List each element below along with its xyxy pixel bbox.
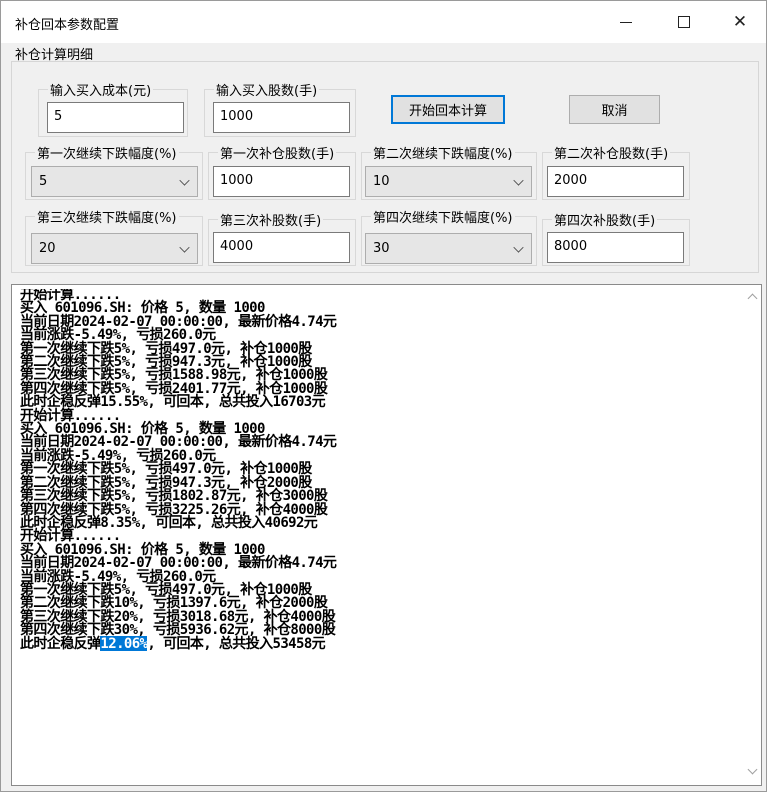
add3-input[interactable]: 4000 <box>213 232 350 263</box>
output-line-suffix: , 可回本, 总共投入53458元 <box>147 635 326 651</box>
maximize-icon <box>678 16 690 28</box>
drop2-select[interactable]: 10 <box>365 166 532 197</box>
scroll-down-icon[interactable] <box>747 764 758 775</box>
chevron-down-icon <box>179 242 190 253</box>
minimize-button[interactable] <box>603 1 649 43</box>
add2-label: 第二次补仓股数(手) <box>552 143 671 162</box>
output-line: 此时企稳反弹15.55%, 可回本, 总共投入16703元 <box>20 394 326 411</box>
drop2-label: 第二次继续下跌幅度(%) <box>371 143 515 162</box>
add1-label: 第一次补仓股数(手) <box>218 143 337 162</box>
minimize-icon <box>620 21 632 23</box>
drop3-value: 20 <box>39 241 56 256</box>
drop1-label: 第一次继续下跌幅度(%) <box>35 143 179 162</box>
drop3-select[interactable]: 20 <box>31 233 198 264</box>
add3-label: 第三次补股数(手) <box>218 210 324 229</box>
drop4-value: 30 <box>373 241 390 256</box>
shares-input[interactable]: 1000 <box>213 102 350 133</box>
output-line: 此时企稳反弹8.35%, 可回本, 总共投入40692元 <box>20 514 318 531</box>
drop3-label: 第三次继续下跌幅度(%) <box>35 207 179 226</box>
selected-text[interactable]: 12.06% <box>100 635 148 651</box>
output-textarea[interactable]: 开始计算...... 买入 601096.SH: 价格 5, 数量 1000 当前日… <box>11 284 762 786</box>
output-line: 此时企稳反弹12.06%, 可回本, 总共投入53458元 <box>20 635 740 651</box>
add2-input[interactable]: 2000 <box>547 166 684 197</box>
title-bar: 补仓回本参数配置 ✕ <box>1 1 766 43</box>
drop4-select[interactable]: 30 <box>365 233 532 264</box>
drop1-value: 5 <box>39 174 48 189</box>
cancel-button[interactable]: 取消 <box>569 95 660 124</box>
add4-input[interactable]: 8000 <box>547 232 684 263</box>
scroll-up-icon[interactable] <box>747 293 758 304</box>
cost-label: 输入买入成本(元) <box>48 80 154 99</box>
maximize-button[interactable] <box>661 1 707 43</box>
chevron-down-icon <box>513 242 524 253</box>
output-text: 开始计算...... 买入 601096.SH: 价格 5, 数量 1000 当前日… <box>20 289 740 651</box>
output-line-prefix: 此时企稳反弹 <box>20 635 101 651</box>
config-window: 补仓回本参数配置 ✕ 补仓计算明细 输入买入成本(元) 5 输入买入股数(手) … <box>0 0 767 792</box>
vertical-scrollbar[interactable] <box>744 285 761 785</box>
start-calc-button[interactable]: 开始回本计算 <box>391 95 505 124</box>
close-button[interactable]: ✕ <box>717 1 763 43</box>
cost-input[interactable]: 5 <box>47 102 184 133</box>
drop4-label: 第四次继续下跌幅度(%) <box>371 207 515 226</box>
drop2-value: 10 <box>373 174 390 189</box>
drop1-select[interactable]: 5 <box>31 166 198 197</box>
chevron-down-icon <box>179 175 190 186</box>
close-icon: ✕ <box>732 12 748 32</box>
add1-input[interactable]: 1000 <box>213 166 350 197</box>
chevron-down-icon <box>513 175 524 186</box>
shares-label: 输入买入股数(手) <box>214 80 320 99</box>
window-title: 补仓回本参数配置 <box>15 18 120 33</box>
add4-label: 第四次补股数(手) <box>552 210 658 229</box>
